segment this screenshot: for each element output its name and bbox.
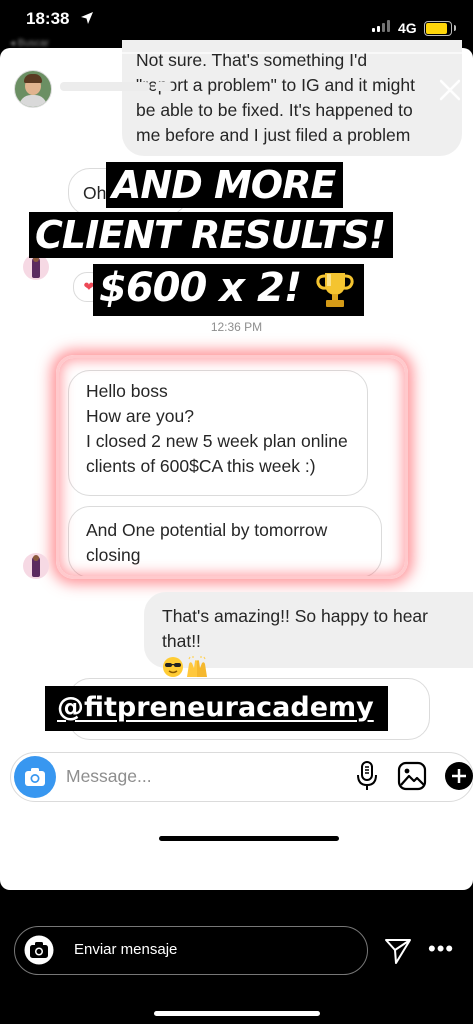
overlay-headline-line1: AND MORE <box>106 162 344 208</box>
outgoing-reply-bubble: That's amazing!! So happy to hear that!! <box>144 592 473 678</box>
message-line: "report a problem" to IG and it might <box>136 75 415 95</box>
close-icon[interactable] <box>438 78 462 102</box>
avatar[interactable] <box>14 70 52 108</box>
message-line: That's amazing!! So happy to hear <box>162 606 428 626</box>
camera-icon <box>25 768 45 786</box>
message-line: be able to be fixed. It's happened to <box>136 100 413 120</box>
client-message-bubble: Hello boss How are you? I closed 2 new 5… <box>68 370 368 496</box>
message-line: Hello boss <box>86 381 168 401</box>
more-options-icon[interactable]: ••• <box>428 938 454 960</box>
gallery-icon[interactable] <box>397 761 427 791</box>
trophy-icon <box>316 273 354 307</box>
send-message-field[interactable] <box>14 926 368 975</box>
raising-hands-icon <box>187 656 207 678</box>
status-time: 18:38 <box>26 9 70 28</box>
smiling-face-with-sunglasses-icon <box>163 657 183 678</box>
message-line: clients of 600$CA this week :) <box>86 456 316 476</box>
location-arrow-icon <box>81 12 93 24</box>
story-progress-bar <box>8 52 465 54</box>
message-text: that!! <box>162 631 201 651</box>
send-message-placeholder[interactable]: Enviar mensaje <box>74 941 177 958</box>
message-line-with-emoji: that!! <box>162 629 455 679</box>
overlay-headline-line2: CLIENT RESULTS! <box>29 212 394 258</box>
home-indicator <box>154 1011 320 1016</box>
overlay-amount-text: $600 x 2! <box>99 265 302 311</box>
username-blurred <box>60 82 150 91</box>
message-line: How are you? <box>86 406 194 426</box>
contact-avatar[interactable] <box>23 553 49 579</box>
message-line: And One potential by tomorrow <box>86 520 328 540</box>
camera-icon[interactable] <box>24 935 54 965</box>
camera-button[interactable] <box>14 756 56 798</box>
network-type: 4G <box>398 20 417 36</box>
battery-icon <box>424 21 456 36</box>
incoming-reply-bubble: Not sure. That's something I'd "report a… <box>122 40 462 156</box>
message-line: me before and I just filed a problem <box>136 125 411 145</box>
microphone-icon[interactable] <box>355 760 379 792</box>
mention-sticker[interactable]: @fitpreneuracademy <box>45 686 388 731</box>
status-bar: 18:38 4G <box>0 0 473 40</box>
signal-bars-icon <box>372 20 394 32</box>
client-followup-bubble: And One potential by tomorrow closing <box>68 506 382 578</box>
message-line: I closed 2 new 5 week plan online <box>86 431 348 451</box>
add-circle-icon[interactable] <box>444 761 473 791</box>
message-timestamp: 12:36 PM <box>210 320 263 334</box>
message-text: Oh <box>83 183 107 203</box>
overlay-headline-line3: $600 x 2! <box>93 264 364 316</box>
message-line: closing <box>86 545 141 565</box>
send-icon[interactable] <box>384 937 412 965</box>
home-indicator-inner <box>159 836 339 841</box>
message-input[interactable] <box>66 764 226 788</box>
story-time-blurred <box>155 82 173 91</box>
